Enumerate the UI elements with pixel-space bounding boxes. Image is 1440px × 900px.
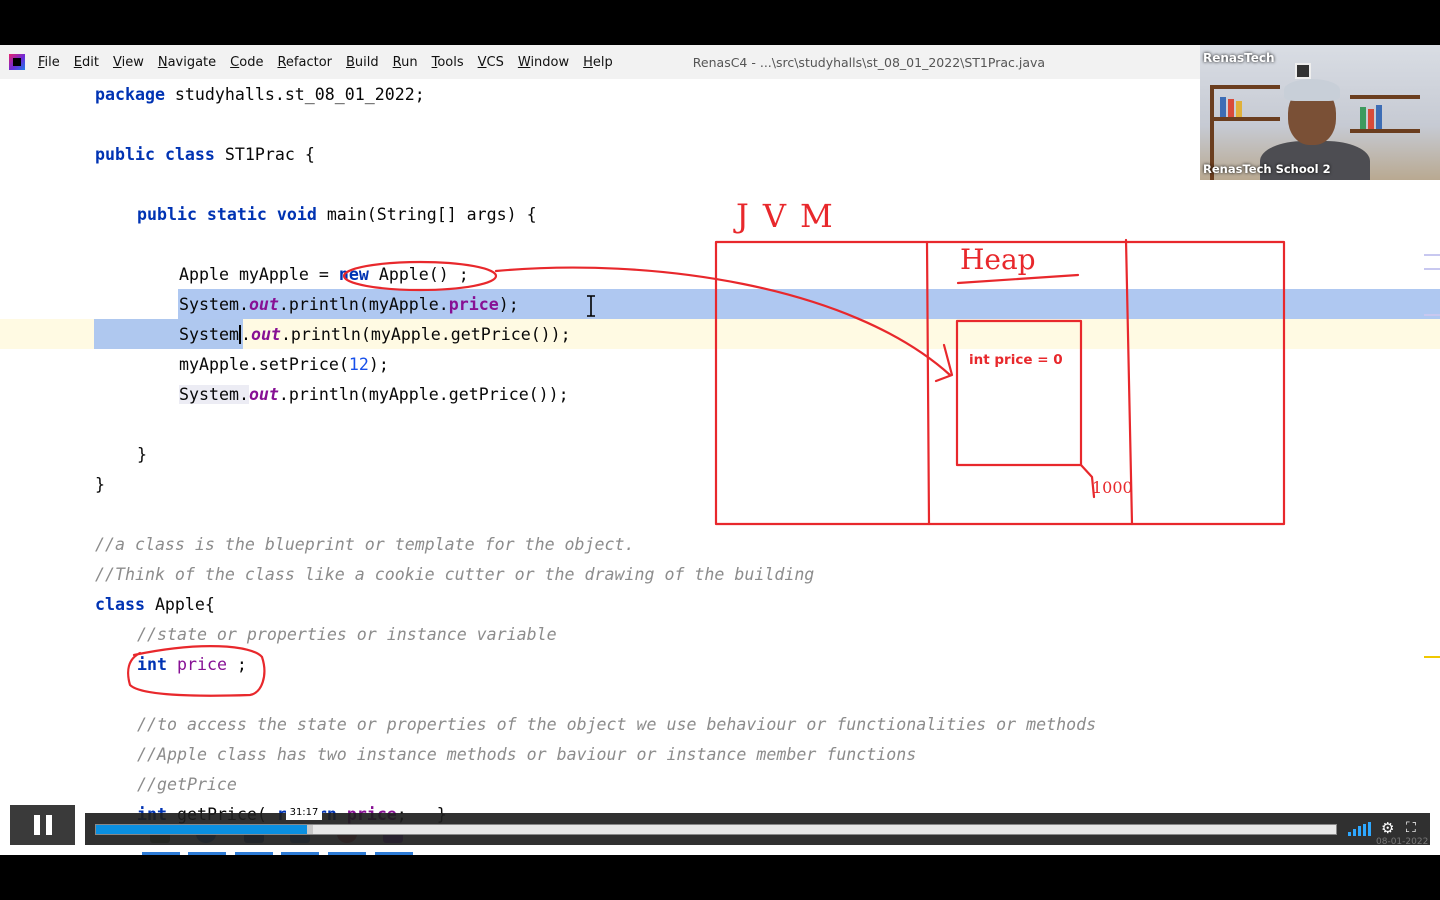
code-line: } (95, 475, 105, 494)
seek-time-tooltip: 31:17 (286, 805, 322, 820)
menu-file[interactable]: File (38, 55, 60, 70)
menu-view[interactable]: View (113, 55, 144, 70)
text-cursor-icon (587, 295, 595, 317)
scroll-mark (1424, 268, 1440, 270)
menu-navigate[interactable]: Navigate (158, 55, 216, 70)
heap-label: Heap (960, 243, 1036, 276)
code-line: System.out.println(myApple.price); (179, 295, 519, 314)
video-frame: File Edit View Navigate Code Refactor Bu… (0, 45, 1440, 855)
menu-edit[interactable]: Edit (74, 55, 99, 70)
code-line: Apple myApple = new Apple() ; (179, 265, 469, 284)
menu-help[interactable]: Help (583, 55, 613, 70)
ide-menu-bar: File Edit View Navigate Code Refactor Bu… (0, 45, 1200, 79)
menu-build[interactable]: Build (346, 55, 379, 70)
menu-run[interactable]: Run (393, 55, 418, 70)
code-line: System.out.println(myApple.getPrice()); (179, 325, 571, 344)
intellij-logo-icon (9, 54, 25, 70)
video-player-controls: 31:17 ⚙ ⛶ (0, 805, 1440, 855)
pause-button[interactable] (10, 805, 75, 845)
webcam-participant-name: RenasTech School 2 (1203, 162, 1331, 176)
code-line: class Apple{ (95, 595, 215, 614)
menu-vcs[interactable]: VCS (478, 55, 504, 70)
code-comment: //Apple class has two instance methods o… (137, 745, 917, 764)
menu-refactor[interactable]: Refactor (277, 55, 332, 70)
code-line: } (137, 445, 147, 464)
code-comment: //Think of the class like a cookie cutte… (95, 565, 815, 584)
scroll-mark (1424, 254, 1440, 256)
window-title: RenasC4 - ...\src\studyhalls\st_08_01_20… (692, 54, 1046, 70)
code-comment: //a class is the blueprint or template f… (95, 535, 635, 554)
seek-bar[interactable] (95, 824, 1337, 835)
code-editor[interactable]: package studyhalls.st_08_01_2022; public… (0, 79, 1440, 855)
scroll-mark (1424, 314, 1440, 316)
menu-code[interactable]: Code (230, 55, 263, 70)
jvm-label: JVM (736, 197, 847, 235)
object-field-text: int price = 0 (969, 352, 1063, 368)
menu-window[interactable]: Window (518, 55, 569, 70)
code-comment: //state or properties or instance variab… (137, 625, 557, 644)
code-comment: //getPrice (137, 775, 237, 794)
code-line: System.out.println(myApple.getPrice()); (179, 385, 569, 404)
scroll-mark (1424, 656, 1440, 658)
code-line: public static void main(String[] args) { (137, 205, 537, 224)
date-stamp: 08-01-2022 (1376, 837, 1429, 847)
address-label: 1000 (1092, 478, 1133, 497)
code-line: myApple.setPrice(12); (179, 355, 389, 374)
code-line: public class ST1Prac { (95, 145, 315, 164)
menu-tools[interactable]: Tools (432, 55, 464, 70)
webcam-overlay: RenasTech RenasTech School 2 (1200, 45, 1440, 180)
seek-bar-played (96, 825, 307, 834)
code-line: package studyhalls.st_08_01_2022; (95, 85, 425, 104)
settings-gear-icon[interactable]: ⚙ (1381, 819, 1394, 837)
code-comment: //to access the state or properties of t… (137, 715, 1097, 734)
fullscreen-icon[interactable]: ⛶ (1406, 819, 1416, 837)
quality-signal-icon[interactable] (1348, 822, 1372, 836)
webcam-brand: RenasTech (1203, 51, 1275, 65)
code-line: int price ; (137, 655, 247, 674)
